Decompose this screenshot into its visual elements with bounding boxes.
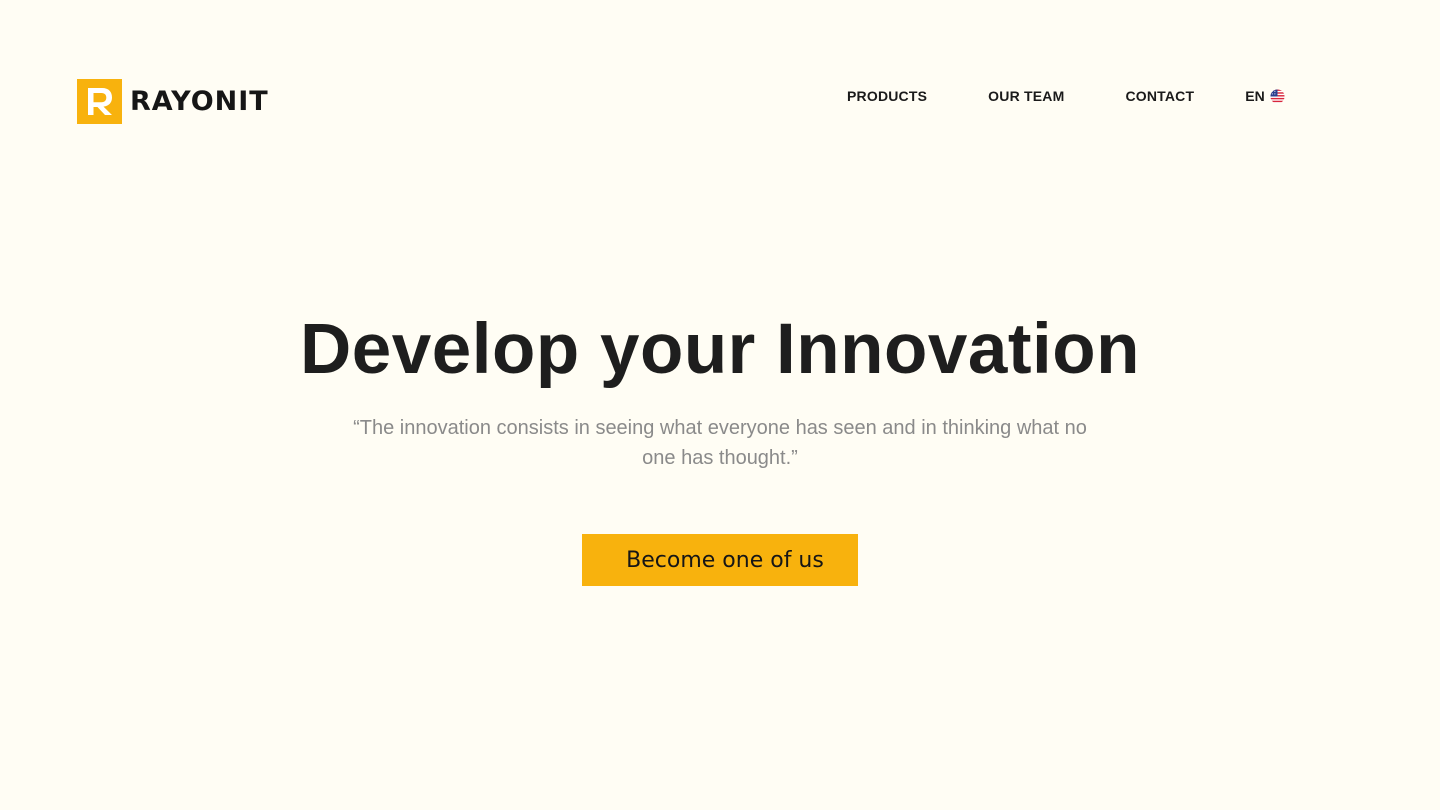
nav-item-our-team[interactable]: OUR TEAM <box>988 88 1064 104</box>
become-one-of-us-button[interactable]: Become one of us <box>582 534 858 586</box>
logo-mark-icon <box>77 79 122 124</box>
hero-quote: “The innovation consists in seeing what … <box>353 417 1087 469</box>
hero-title: Develop your Innovation <box>300 310 1140 389</box>
main-nav: PRODUCTS OUR TEAM CONTACT EN <box>847 86 1285 106</box>
language-label: EN <box>1245 88 1265 104</box>
us-flag-icon <box>1270 88 1285 104</box>
nav-item-products[interactable]: PRODUCTS <box>847 88 927 104</box>
logo[interactable]: RAYONIT <box>77 79 269 124</box>
site-header: RAYONIT PRODUCTS OUR TEAM CONTACT EN <box>0 0 1440 190</box>
nav-item-contact[interactable]: CONTACT <box>1125 88 1194 104</box>
language-selector[interactable]: EN <box>1245 88 1285 104</box>
logo-wordmark: RAYONIT <box>130 86 269 117</box>
